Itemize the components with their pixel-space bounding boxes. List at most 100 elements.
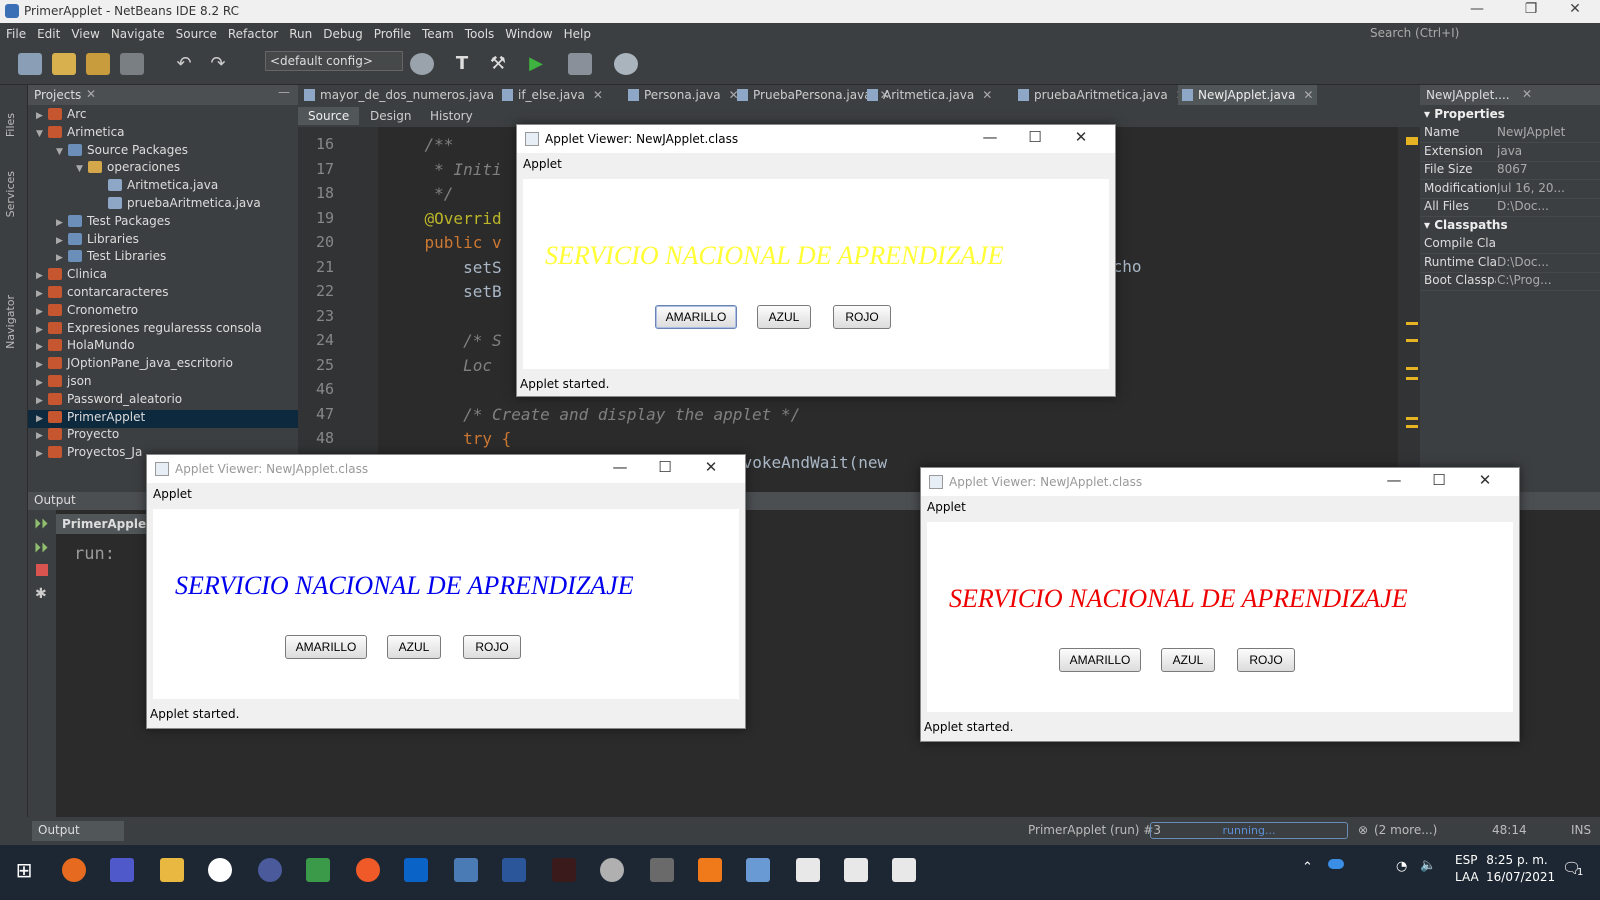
expand-arrow-icon[interactable]: ▶ bbox=[56, 236, 68, 246]
stop-icon[interactable] bbox=[36, 564, 48, 576]
database-icon[interactable] bbox=[600, 858, 624, 882]
menu-window[interactable]: Window bbox=[499, 23, 557, 41]
app-icon[interactable] bbox=[552, 858, 576, 882]
rerun-icon[interactable]: ⏵⏵ bbox=[34, 516, 48, 532]
close-projects-icon[interactable]: ✕ bbox=[86, 87, 96, 101]
tree-node[interactable]: ▶ Test Packages bbox=[56, 214, 170, 232]
more-tasks-link[interactable]: (2 more...) bbox=[1374, 823, 1437, 837]
navigator-tab[interactable]: Navigator bbox=[4, 295, 17, 349]
expand-arrow-icon[interactable]: ▶ bbox=[36, 396, 48, 406]
wifi-icon[interactable]: ◔ bbox=[1396, 859, 1407, 874]
profile-icon[interactable] bbox=[614, 53, 638, 75]
classpaths-section[interactable]: ▾ Classpaths bbox=[1424, 218, 1508, 232]
app-icon[interactable] bbox=[208, 858, 232, 882]
amarillo-button[interactable]: AMARILLO bbox=[285, 635, 367, 659]
minimize-icon[interactable]: — bbox=[605, 458, 635, 476]
expand-arrow-icon[interactable]: ▶ bbox=[36, 111, 48, 121]
menu-source[interactable]: Source bbox=[170, 23, 222, 41]
tree-node[interactable]: ▶ Test Libraries bbox=[56, 249, 166, 267]
build-icon[interactable]: T bbox=[450, 53, 474, 75]
maximize-icon[interactable]: ☐ bbox=[1424, 471, 1454, 489]
rojo-button[interactable]: ROJO bbox=[463, 635, 521, 659]
word-icon[interactable] bbox=[502, 858, 526, 882]
tree-node[interactable]: ▶ Password_aleatorio bbox=[36, 392, 182, 410]
applet-viewer-window-blue[interactable]: Applet Viewer: NewJApplet.class — ☐ ✕ Applet… bbox=[146, 454, 746, 729]
menu-view[interactable]: View bbox=[65, 23, 104, 41]
run-icon[interactable]: ▶ bbox=[524, 53, 548, 75]
history-view-button[interactable]: History bbox=[420, 107, 483, 125]
expand-arrow-icon[interactable]: ▶ bbox=[36, 414, 48, 424]
tree-node[interactable]: ▶ HolaMundo bbox=[36, 338, 135, 356]
menu-team[interactable]: Team bbox=[416, 23, 459, 41]
cloud-icon[interactable] bbox=[1328, 859, 1344, 869]
azul-button[interactable]: AZUL bbox=[757, 305, 811, 329]
start-icon[interactable]: ⊞ bbox=[12, 858, 36, 882]
projects-title[interactable]: Projects bbox=[34, 88, 81, 102]
tree-node[interactable]: ▶ Clinica bbox=[36, 267, 107, 285]
debug-icon[interactable] bbox=[568, 53, 592, 75]
open-project-icon[interactable] bbox=[86, 53, 110, 75]
menu-edit[interactable]: Edit bbox=[31, 23, 65, 41]
close-icon[interactable]: ✕ bbox=[696, 458, 726, 476]
app-icon[interactable] bbox=[306, 858, 330, 882]
app-icon[interactable] bbox=[356, 858, 380, 882]
java-icon[interactable] bbox=[844, 858, 868, 882]
property-row[interactable]: File Size 8067 bbox=[1420, 162, 1600, 180]
expand-arrow-icon[interactable]: ▶ bbox=[36, 342, 48, 352]
undo-icon[interactable]: ↶ bbox=[172, 53, 196, 75]
expand-arrow-icon[interactable]: ▶ bbox=[36, 431, 48, 441]
taskbar-clock[interactable]: 8:25 p. m. 16/07/2021 bbox=[1486, 852, 1555, 886]
globe-icon[interactable] bbox=[410, 53, 434, 75]
tree-node[interactable]: ▶ Cronometro bbox=[36, 303, 138, 321]
applet-viewer-window-red[interactable]: Applet Viewer: NewJApplet.class — ☐ ✕ Applet… bbox=[920, 467, 1520, 742]
source-view-button[interactable]: Source bbox=[298, 107, 360, 125]
tree-node[interactable]: ▶ contarcaracteres bbox=[36, 285, 169, 303]
amarillo-button[interactable]: AMARILLO bbox=[1059, 648, 1141, 672]
expand-arrow-icon[interactable]: ▶ bbox=[56, 253, 68, 263]
clean-build-icon[interactable]: ⚒ bbox=[486, 53, 510, 75]
applet-menu[interactable]: Applet bbox=[927, 500, 966, 514]
rojo-button[interactable]: ROJO bbox=[1237, 648, 1295, 672]
menu-refactor[interactable]: Refactor bbox=[222, 23, 283, 41]
property-row[interactable]: Modification TJul 16, 20... bbox=[1420, 181, 1600, 199]
tree-node[interactable]: ▼ operaciones bbox=[76, 160, 180, 178]
redo-icon[interactable]: ↷ bbox=[206, 53, 230, 75]
warning-marker[interactable] bbox=[1406, 339, 1418, 342]
maximize-icon[interactable]: ☐ bbox=[1020, 128, 1050, 146]
rojo-button[interactable]: ROJO bbox=[833, 305, 891, 329]
settings-icon[interactable]: ✱ bbox=[35, 586, 47, 602]
output-toggle-button[interactable]: Output bbox=[32, 821, 124, 841]
app-icon[interactable] bbox=[258, 858, 282, 882]
close-icon[interactable]: ✕ bbox=[1470, 471, 1500, 489]
minimize-panel-icon[interactable]: — bbox=[278, 85, 290, 99]
files-tab[interactable]: Files bbox=[4, 113, 17, 137]
close-icon[interactable]: ✕ bbox=[1066, 128, 1096, 146]
azul-button[interactable]: AZUL bbox=[1161, 648, 1215, 672]
warning-marker[interactable] bbox=[1406, 417, 1418, 420]
close-tab-icon[interactable]: ✕ bbox=[982, 88, 992, 102]
property-row[interactable]: All Files D:\Doc... bbox=[1420, 199, 1600, 217]
app-icon[interactable] bbox=[698, 858, 722, 882]
menu-file[interactable]: File bbox=[0, 23, 31, 41]
properties-section[interactable]: ▾ Properties bbox=[1424, 107, 1505, 121]
app-icon[interactable] bbox=[746, 858, 770, 882]
minimize-icon[interactable]: — bbox=[975, 128, 1005, 146]
menu-help[interactable]: Help bbox=[558, 23, 596, 41]
expand-arrow-icon[interactable]: ▼ bbox=[76, 164, 88, 174]
services-tab[interactable]: Services bbox=[4, 171, 17, 217]
tree-node[interactable]: ▶ Expresiones regularesss consola bbox=[36, 321, 262, 339]
expand-arrow-icon[interactable]: ▶ bbox=[36, 271, 48, 281]
property-row[interactable]: Extension java bbox=[1420, 144, 1600, 162]
config-select[interactable]: <default config> bbox=[265, 51, 403, 71]
applet-viewer-window-yellow[interactable]: Applet Viewer: NewJApplet.class — ☐ ✕ Applet… bbox=[516, 124, 1116, 397]
teams-icon[interactable] bbox=[110, 858, 134, 882]
rerun-params-icon[interactable]: ⏵⏵ bbox=[34, 540, 48, 556]
language-indicator[interactable]: ESP LAA bbox=[1455, 852, 1479, 886]
tree-node[interactable]: ▶ Proyecto bbox=[36, 427, 119, 445]
editor-tab[interactable]: NewJApplet.java ✕ bbox=[1178, 85, 1318, 105]
close-properties-icon[interactable]: ✕ bbox=[1522, 87, 1532, 101]
property-row[interactable]: Boot Classpa C:\Prog... bbox=[1420, 273, 1600, 291]
expand-arrow-icon[interactable]: ▶ bbox=[36, 360, 48, 370]
expand-arrow-icon[interactable]: ▶ bbox=[36, 307, 48, 317]
property-row[interactable]: Runtime Clas D:\Doc... bbox=[1420, 255, 1600, 273]
